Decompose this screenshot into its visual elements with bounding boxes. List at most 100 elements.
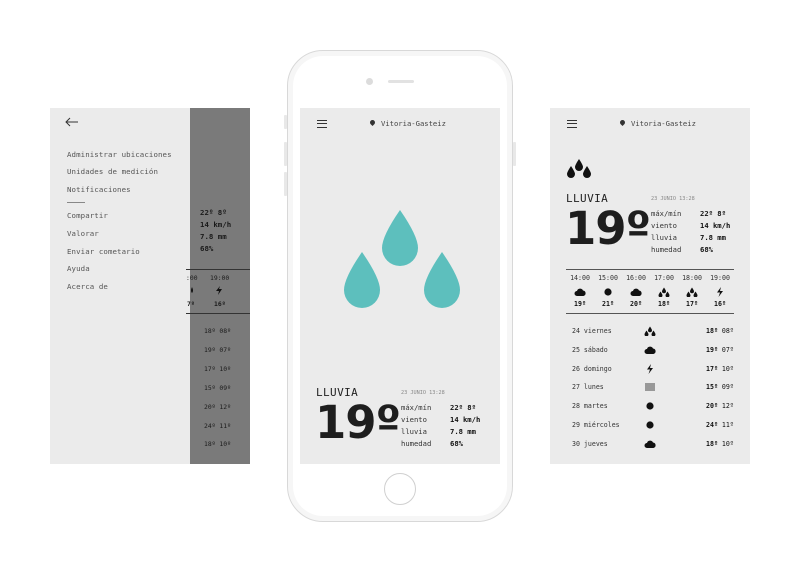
- weather-screen: Vitoria-Gasteiz LLUVIA 23 JUNIO 13:28 19…: [300, 108, 500, 464]
- value-maxmin: 22º 8º: [700, 209, 726, 218]
- peek-range: 24º 11º: [204, 422, 231, 430]
- hour-temperature: 18º: [658, 300, 670, 308]
- menu-item-share[interactable]: Compartir: [67, 211, 108, 220]
- hamburger-icon[interactable]: [567, 120, 577, 128]
- menu-item-about[interactable]: Acerca de: [67, 282, 108, 291]
- rain-drops-icon: [567, 159, 591, 178]
- cloud-icon: [623, 287, 649, 297]
- sun-icon: [643, 420, 657, 430]
- hourly-bottom-rule: [566, 313, 734, 314]
- menu-item-units[interactable]: Unidades de medición: [67, 167, 158, 176]
- lightning-icon: [707, 287, 733, 297]
- day-max: 17º: [706, 364, 718, 373]
- current-temperature: 19º: [315, 396, 401, 449]
- hour-temperature: 17º: [686, 300, 698, 308]
- home-button[interactable]: [384, 473, 416, 505]
- hour-time: 16:00: [626, 274, 646, 282]
- day-max: 15º: [706, 383, 718, 392]
- location-label[interactable]: Vitoria-Gasteiz: [368, 118, 446, 128]
- peek-range: 15º 09º: [204, 384, 231, 392]
- hour-time: 18:00: [682, 274, 702, 282]
- hour-temperature: 20º: [630, 300, 642, 308]
- day-min: 12º: [721, 402, 734, 411]
- rain-drops-icon: [643, 326, 657, 336]
- peek-range: 20º 12º: [204, 403, 231, 411]
- hour-temperature: 16º: [714, 300, 726, 308]
- day-name: 26 domingo: [572, 364, 612, 373]
- peek-hour-prev: :00: [186, 274, 198, 282]
- date-label: 23 JUNIO 13:28: [651, 196, 695, 202]
- menu-item-manage-locations[interactable]: Administrar ubicaciones: [67, 150, 172, 159]
- day-name: 27 lunes: [572, 383, 604, 392]
- label-humidity: humedad: [401, 439, 432, 448]
- hourly-top-rule: [566, 269, 734, 270]
- day-temperature-range: 17º 10º: [706, 365, 734, 373]
- menu-item-feedback[interactable]: Enviar cometario: [67, 247, 140, 256]
- hour-temperature: 19º: [574, 300, 586, 308]
- front-camera: [366, 78, 373, 85]
- drawer-screen: Administrar ubicaciones Unidades de medi…: [50, 108, 250, 464]
- day-min: 10º: [721, 439, 734, 448]
- date-label: 23 JUNIO 13:28: [401, 390, 445, 396]
- cloud-icon: [567, 287, 593, 297]
- value-rain: 7.8 mm: [700, 233, 726, 242]
- peek-hour: 19:00: [210, 274, 230, 282]
- day-name: 30 jueves: [572, 439, 608, 448]
- hour-time: 17:00: [654, 274, 674, 282]
- day-temperature-range: 15º 09º: [706, 383, 734, 391]
- arrow-left-icon[interactable]: [65, 117, 79, 127]
- day-temperature-range: 18º 10º: [706, 440, 734, 448]
- location-pin-icon: [368, 118, 377, 127]
- day-name: 28 martes: [572, 402, 608, 411]
- value-maxmin: 22º 8º: [450, 403, 476, 412]
- day-min: 11º: [721, 421, 734, 429]
- day-max: 18º: [706, 327, 718, 335]
- menu-item-help[interactable]: Ayuda: [67, 264, 90, 273]
- location-pin-icon: [618, 118, 627, 127]
- day-max: 20º: [706, 402, 718, 411]
- value-humidity: 68%: [450, 439, 463, 448]
- label-maxmin: máx/mín: [401, 403, 432, 412]
- volume-up-button: [284, 142, 287, 166]
- value-rain: 7.8 mm: [450, 427, 476, 436]
- day-min: 08º: [721, 327, 734, 335]
- menu-item-rate[interactable]: Valorar: [67, 229, 99, 238]
- location-label[interactable]: Vitoria-Gasteiz: [618, 118, 696, 128]
- label-rain: lluvia: [401, 427, 427, 436]
- rain-drops-icon: [651, 287, 677, 297]
- day-min: 09º: [721, 383, 734, 392]
- peek-hour-temp: 16º: [214, 300, 226, 308]
- earpiece: [388, 80, 414, 83]
- sun-icon: [595, 287, 621, 297]
- day-name: 29 miércoles: [572, 421, 620, 429]
- day-temperature-range: 19º 07º: [706, 346, 734, 354]
- peek-range: 19º 07º: [204, 346, 231, 354]
- value-wind: 14 km/h: [700, 221, 731, 230]
- content-overlay[interactable]: 22º 8º 14 km/h 7.8 mm 68% :00 19:00 7º 1…: [186, 108, 250, 464]
- hour-time: 14:00: [570, 274, 590, 282]
- day-temperature-range: 24º 11º: [706, 421, 734, 429]
- peek-wind: 14 km/h: [200, 220, 232, 229]
- value-wind: 14 km/h: [450, 415, 481, 424]
- day-max: 18º: [706, 439, 718, 448]
- menu-item-notifications[interactable]: Notificaciones: [67, 185, 131, 194]
- peek-humidity: 68%: [200, 244, 214, 253]
- day-max: 24º: [706, 421, 718, 429]
- label-wind: viento: [401, 415, 427, 424]
- label-wind: viento: [651, 221, 677, 230]
- day-name: 24 viernes: [572, 327, 612, 335]
- hour-time: 19:00: [710, 274, 730, 282]
- peek-range: 17º 10º: [204, 365, 231, 373]
- rain-drops-illustration: [344, 210, 460, 308]
- peek-prev-temp: 7º: [187, 300, 195, 308]
- cloud-icon: [643, 345, 657, 355]
- day-temperature-range: 18º 08º: [706, 327, 734, 335]
- peek-rain: 7.8 mm: [200, 232, 227, 241]
- menu-divider: [67, 202, 85, 203]
- rain-drops-icon: [191, 287, 193, 293]
- current-temperature: 19º: [565, 202, 651, 255]
- fog-icon: [643, 382, 657, 392]
- rain-drops-icon: [679, 287, 705, 297]
- hamburger-icon[interactable]: [317, 120, 327, 128]
- volume-down-button: [284, 172, 287, 196]
